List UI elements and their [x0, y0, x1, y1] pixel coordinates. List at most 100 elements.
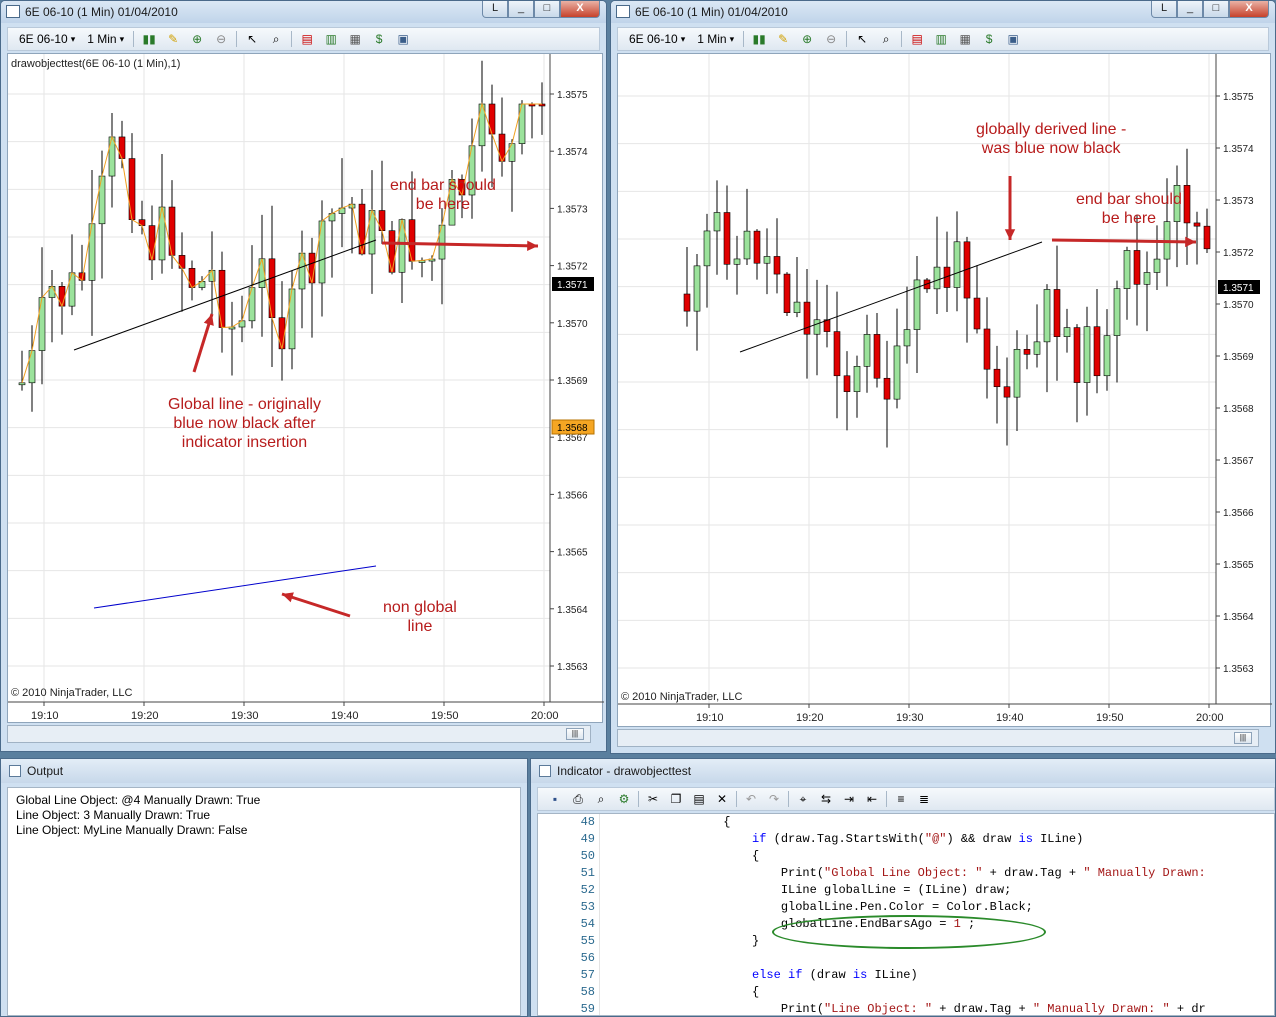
indicators-icon[interactable]: ▥: [322, 31, 340, 47]
down-candle: [1193, 222, 1201, 227]
down-candle: [1133, 250, 1141, 285]
last-price-tag-label: 1.3571: [1223, 283, 1254, 294]
code-editor[interactable]: 48 49 50 51 52 53 54 55 56 57 58 59 { if…: [537, 813, 1275, 1016]
line-number: 54: [580, 917, 595, 931]
uncomment-icon[interactable]: ≣: [915, 791, 933, 807]
line-number: 58: [580, 985, 595, 999]
undo-icon[interactable]: ↶: [742, 791, 760, 807]
cursor-icon[interactable]: ↖: [853, 31, 871, 47]
price-tick-label: 1.3572: [557, 262, 588, 273]
up-candle: [743, 230, 751, 260]
remove-object-icon[interactable]: ⊖: [212, 31, 230, 47]
price-tick-label: 1.3569: [557, 376, 588, 387]
zoom-icon[interactable]: ⌕: [267, 31, 285, 47]
right-window-titlebar[interactable]: 6E 06-10 (1 Min) 01/04/2010 L _ □ X: [611, 1, 1275, 23]
left-horizontal-scrollbar[interactable]: |||: [7, 725, 591, 743]
properties-icon[interactable]: ▣: [1004, 31, 1022, 47]
interval-selector[interactable]: 1 Min: [694, 32, 737, 46]
time-tick-label: 20:00: [531, 710, 559, 722]
instrument-selector[interactable]: 6E 06-10: [626, 32, 688, 46]
print-preview-icon[interactable]: ⌕: [592, 791, 610, 807]
strategies-icon[interactable]: ▦: [956, 31, 974, 47]
paste-icon[interactable]: ▤: [690, 791, 708, 807]
interval-selector[interactable]: 1 Min: [84, 32, 127, 46]
down-candle: [168, 206, 176, 256]
indicators-icon[interactable]: ▥: [932, 31, 950, 47]
left-window-titlebar[interactable]: 6E 06-10 (1 Min) 01/04/2010 L _ □ X: [1, 1, 606, 23]
down-candle: [148, 225, 156, 261]
output-window: Output Global Line Object: @4 Manually D…: [0, 758, 528, 1017]
line-number: 56: [580, 951, 595, 965]
code-line: if (draw.Tag.StartsWith("@") && draw is …: [752, 832, 1084, 846]
delete-icon[interactable]: ✕: [713, 791, 731, 807]
instrument-selector[interactable]: 6E 06-10: [16, 32, 78, 46]
line-number: 57: [580, 968, 595, 982]
scroll-thumb[interactable]: |||: [566, 728, 584, 740]
annotation-arrow: [1051, 238, 1197, 244]
left-chart-panel[interactable]: 1.3575 1.3574 1.3573 1.3572 1.3570 1.3569 1.35…: [7, 53, 604, 723]
scroll-thumb[interactable]: |||: [1234, 732, 1252, 744]
copy-icon[interactable]: ❐: [667, 791, 685, 807]
cut-icon[interactable]: ✂: [644, 791, 662, 807]
indicator-header[interactable]: Indicator - drawobjecttest: [531, 759, 1275, 783]
comment-icon[interactable]: ≡: [892, 791, 910, 807]
close-button[interactable]: X: [560, 1, 600, 18]
compile-icon[interactable]: ⚙: [615, 791, 633, 807]
minimize-button[interactable]: _: [508, 1, 534, 18]
toolbar-separator: [788, 791, 789, 807]
bar-style-icon[interactable]: ▮▮: [750, 31, 768, 47]
find-icon[interactable]: ⌖: [794, 791, 812, 807]
down-candle: [128, 158, 136, 220]
price-tick-label: 1.3566: [1223, 508, 1254, 519]
link-button[interactable]: L: [1151, 1, 1177, 18]
down-candle: [803, 301, 811, 335]
save-icon[interactable]: ▪: [546, 791, 564, 807]
indent-icon[interactable]: ⇥: [840, 791, 858, 807]
right-chart-panel[interactable]: 1.3575 1.3574 1.3573 1.3572 1.3570 1.3569 1.35…: [617, 53, 1272, 727]
right-horizontal-scrollbar[interactable]: |||: [617, 729, 1259, 747]
output-text-area[interactable]: Global Line Object: @4 Manually Drawn: T…: [7, 787, 521, 1016]
properties-icon[interactable]: ▣: [394, 31, 412, 47]
remove-object-icon[interactable]: ⊖: [822, 31, 840, 47]
right-chart-window: 6E 06-10 (1 Min) 01/04/2010 L _ □ X 6E 0…: [610, 0, 1276, 754]
dollar-icon[interactable]: $: [980, 31, 998, 47]
add-object-icon[interactable]: ⊕: [798, 31, 816, 47]
outdent-icon[interactable]: ⇤: [863, 791, 881, 807]
replace-icon[interactable]: ⇆: [817, 791, 835, 807]
bar-style-icon[interactable]: ▮▮: [140, 31, 158, 47]
strategies-icon[interactable]: ▦: [346, 31, 364, 47]
maximize-button[interactable]: □: [1203, 1, 1229, 18]
pencil-draw-icon[interactable]: ✎: [774, 31, 792, 47]
time-tick-label: 19:20: [131, 710, 159, 722]
non-global-line: [93, 565, 377, 609]
add-object-icon[interactable]: ⊕: [188, 31, 206, 47]
code-line: Print("Line Object: " + draw.Tag + " Man…: [608, 1002, 1206, 1016]
print-icon[interactable]: ⎙: [569, 791, 587, 807]
down-candle: [388, 230, 396, 273]
down-candle: [268, 258, 276, 319]
toolbar-separator: [901, 31, 903, 47]
minimize-button[interactable]: _: [1177, 1, 1203, 18]
line-number: 59: [580, 1002, 595, 1016]
cursor-icon[interactable]: ↖: [243, 31, 261, 47]
maximize-button[interactable]: □: [534, 1, 560, 18]
up-candle: [438, 224, 446, 260]
up-candle: [1123, 250, 1131, 289]
link-button[interactable]: L: [482, 1, 508, 18]
close-button[interactable]: X: [1229, 1, 1269, 18]
output-header[interactable]: Output: [1, 759, 527, 783]
chart-trader-icon[interactable]: ▤: [298, 31, 316, 47]
down-candle: [973, 297, 981, 330]
chart-trader-icon[interactable]: ▤: [908, 31, 926, 47]
chart-app-icon: [6, 5, 20, 18]
dollar-icon[interactable]: $: [370, 31, 388, 47]
up-candle: [1103, 335, 1111, 377]
toolbar-separator: [638, 791, 639, 807]
code-line: globalLine.Pen.Color = Color.Black;: [608, 900, 1033, 914]
up-candle: [518, 103, 526, 144]
pencil-draw-icon[interactable]: ✎: [164, 31, 182, 47]
zoom-icon[interactable]: ⌕: [877, 31, 895, 47]
redo-icon[interactable]: ↷: [765, 791, 783, 807]
price-tick-label: 1.3567: [1223, 456, 1254, 467]
